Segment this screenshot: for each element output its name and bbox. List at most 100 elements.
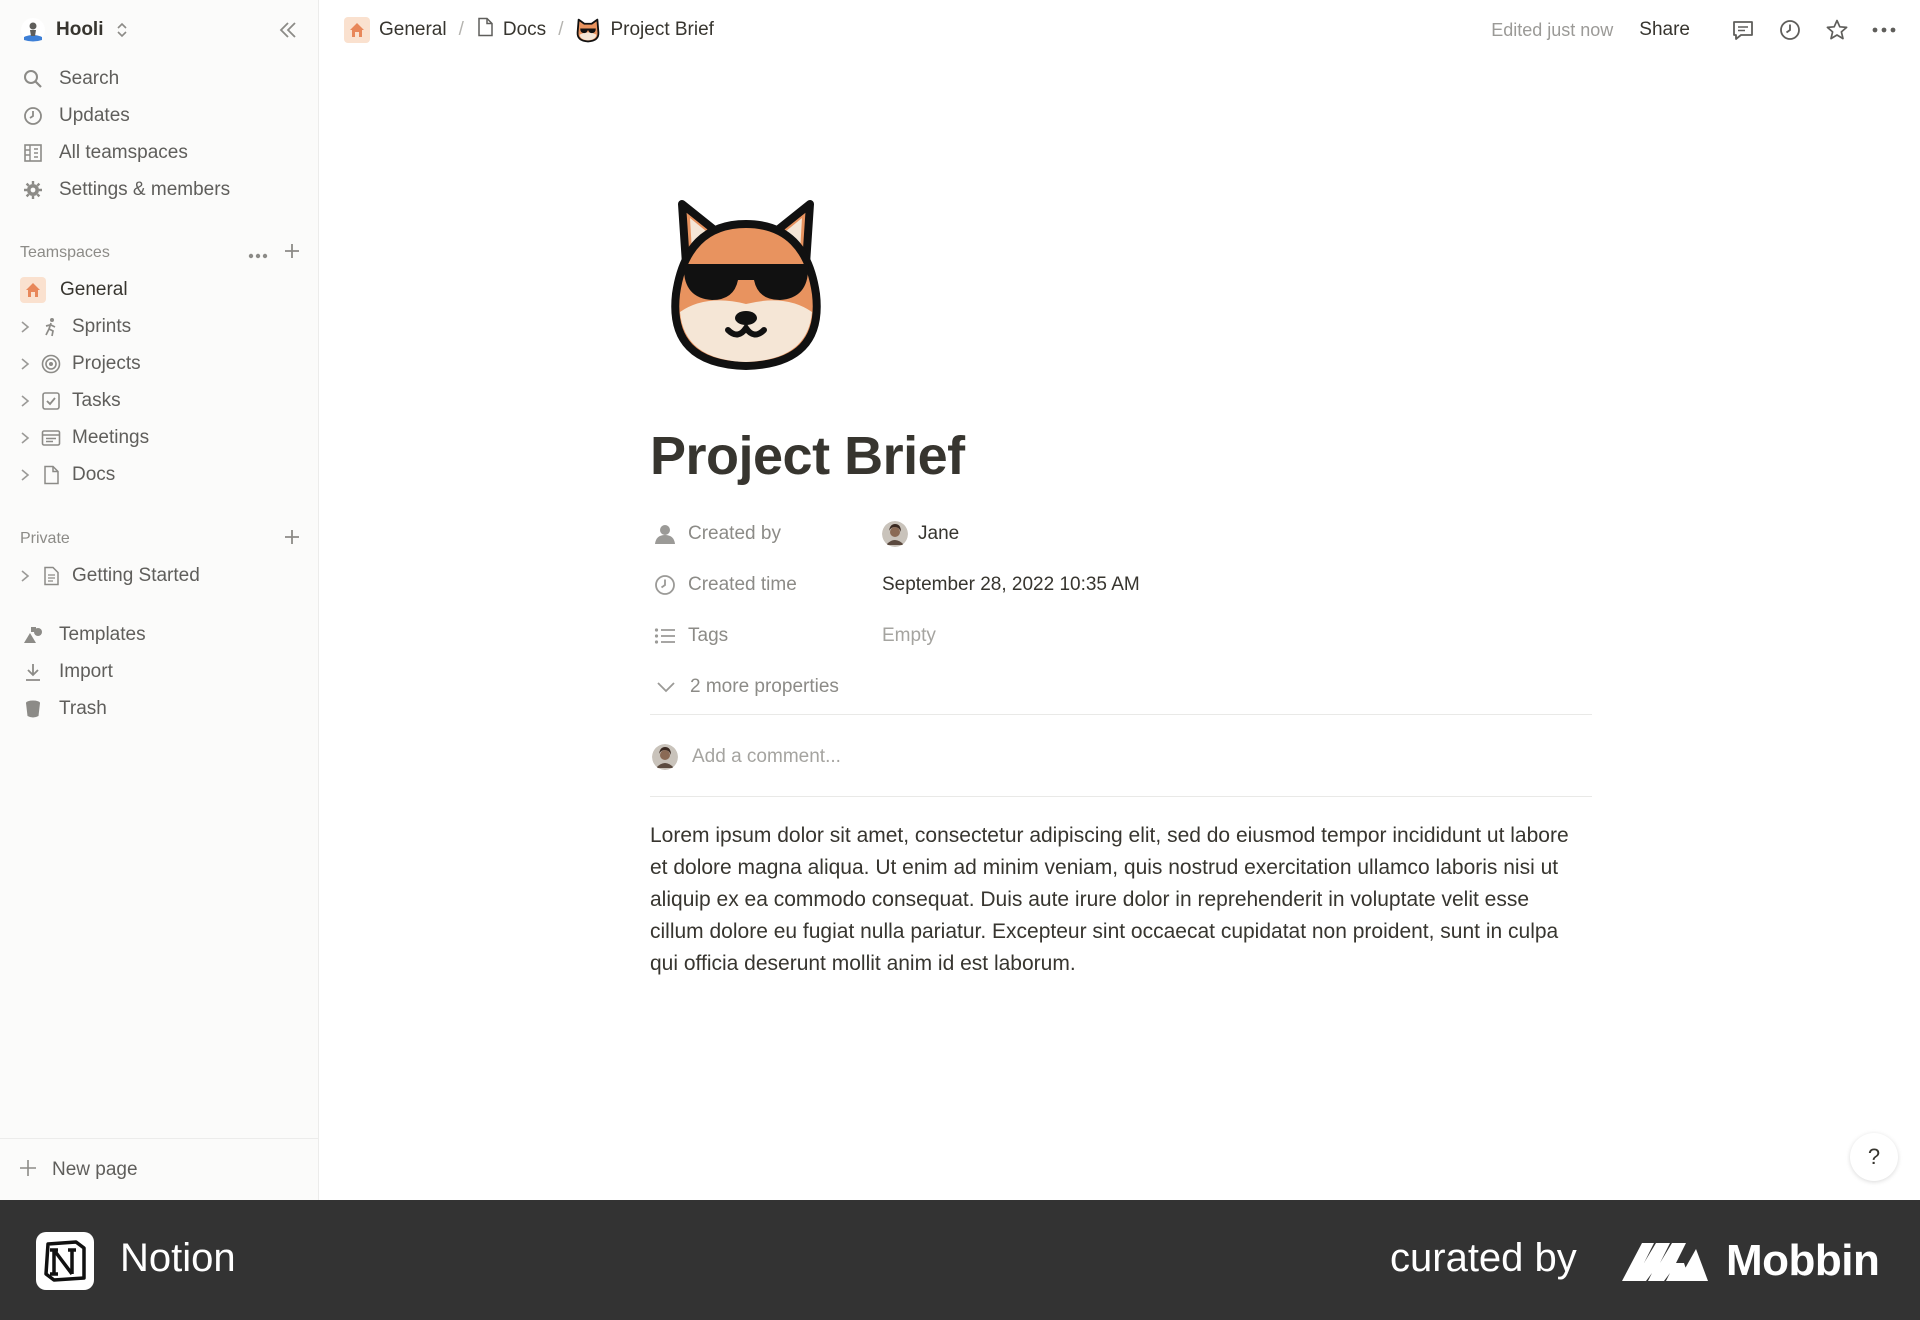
page-properties: Created by Jane Created time September 2… xyxy=(650,508,1592,712)
sidebar-item-label: Getting Started xyxy=(72,564,200,586)
chevron-down-icon xyxy=(656,681,678,693)
breadcrumb-project-brief[interactable]: Project Brief xyxy=(575,17,714,43)
home-icon xyxy=(344,17,370,43)
runner-icon xyxy=(40,316,62,338)
chevron-right-icon[interactable] xyxy=(20,569,34,583)
star-icon[interactable] xyxy=(1821,14,1853,46)
body-paragraph[interactable]: Lorem ipsum dolor sit amet, consectetur … xyxy=(650,820,1580,980)
share-button[interactable]: Share xyxy=(1639,19,1690,41)
sidebar-item-label: Updates xyxy=(59,104,130,126)
chevron-right-icon[interactable] xyxy=(20,468,34,482)
page-icon xyxy=(40,464,62,486)
workspace-switcher[interactable]: Hooli xyxy=(20,14,128,46)
chevron-right-icon[interactable] xyxy=(20,394,34,408)
new-page-button[interactable]: New page xyxy=(0,1138,319,1200)
property-tags[interactable]: Tags Empty xyxy=(650,610,1592,661)
gear-icon xyxy=(22,179,44,201)
sidebar-item-tasks[interactable]: Tasks xyxy=(0,382,319,419)
history-clock-icon[interactable] xyxy=(1774,14,1806,46)
breadcrumb-separator: / xyxy=(458,19,464,40)
mobbin-wordmark: Mobbin xyxy=(1726,1236,1880,1285)
property-value: Empty xyxy=(882,624,936,646)
trash-icon xyxy=(22,698,44,720)
sidebar-item-import[interactable]: Import xyxy=(0,653,319,690)
sidebar-item-templates[interactable]: Templates xyxy=(0,616,319,653)
breadcrumb: General / Docs / Project Brief xyxy=(344,14,714,46)
double-chevron-left-icon xyxy=(279,22,296,38)
help-button[interactable]: ? xyxy=(1850,1133,1898,1181)
checkbox-icon xyxy=(40,390,62,412)
breadcrumb-separator: / xyxy=(558,19,564,40)
sidebar-item-label: General xyxy=(60,278,128,300)
comments-icon[interactable] xyxy=(1727,14,1759,46)
more-properties-toggle[interactable]: 2 more properties xyxy=(650,661,1592,712)
more-icon[interactable] xyxy=(248,242,268,265)
sidebar-item-sprints[interactable]: Sprints xyxy=(0,308,319,345)
add-teamspace-icon[interactable] xyxy=(284,242,300,265)
chevron-right-icon[interactable] xyxy=(20,357,34,371)
breadcrumb-docs[interactable]: Docs xyxy=(476,17,546,43)
chevron-right-icon[interactable] xyxy=(20,320,34,334)
mobbin-brand: Mobbin xyxy=(1620,1236,1880,1286)
property-label: Created by xyxy=(688,522,781,544)
teamspaces-label: Teamspaces xyxy=(20,244,110,261)
page-title[interactable]: Project Brief xyxy=(650,425,965,487)
sidebar-item-label: Docs xyxy=(72,463,116,485)
add-comment-field[interactable]: Add a comment... xyxy=(652,740,841,774)
breadcrumb-general[interactable]: General xyxy=(344,17,447,43)
footer-banner: Notion curated by Mobbin xyxy=(0,1200,1920,1320)
property-created-by[interactable]: Created by Jane xyxy=(650,508,1592,559)
private-tree: Getting Started xyxy=(0,557,319,594)
sidebar-item-label: Templates xyxy=(59,623,146,645)
sidebar-nav: Search Updates All teamspaces Settings &… xyxy=(0,60,319,208)
shiba-sunglasses-icon xyxy=(577,18,600,43)
sidebar-item-getting-started[interactable]: Getting Started xyxy=(0,557,319,594)
sidebar-item-updates[interactable]: Updates xyxy=(0,97,319,134)
collapse-sidebar-button[interactable] xyxy=(274,16,302,44)
topbar: General / Docs / Project Brief Edited ju… xyxy=(320,0,1920,60)
sidebar-item-label: Sprints xyxy=(72,315,132,337)
avatar xyxy=(652,744,678,770)
sidebar-item-label: All teamspaces xyxy=(59,141,188,163)
sidebar-item-docs[interactable]: Docs xyxy=(0,456,319,493)
shiba-sunglasses-icon[interactable] xyxy=(656,194,836,374)
property-created-time[interactable]: Created time September 28, 2022 10:35 AM xyxy=(650,559,1592,610)
notes-icon xyxy=(40,427,62,449)
sidebar-item-settings[interactable]: Settings & members xyxy=(0,171,319,208)
sidebar-item-all-teamspaces[interactable]: All teamspaces xyxy=(0,134,319,171)
comment-placeholder: Add a comment... xyxy=(692,746,841,767)
page-icon xyxy=(476,17,494,43)
property-label: Created time xyxy=(688,573,797,595)
sidebar-item-label: Import xyxy=(59,660,113,682)
avatar xyxy=(882,520,908,547)
search-icon xyxy=(22,68,44,90)
more-icon[interactable] xyxy=(1868,14,1900,46)
sidebar-item-label: Projects xyxy=(72,352,141,374)
add-private-page-icon[interactable] xyxy=(284,528,300,551)
new-page-label: New page xyxy=(52,1158,138,1180)
sidebar: Hooli Search Updates All teamspaces Sett… xyxy=(0,0,319,1200)
sidebar-item-label: Search xyxy=(59,67,120,89)
shapes-icon xyxy=(22,624,44,646)
sidebar-item-projects[interactable]: Projects xyxy=(0,345,319,382)
sidebar-item-general[interactable]: General xyxy=(0,271,319,308)
sidebar-item-trash[interactable]: Trash xyxy=(0,690,319,727)
sidebar-item-search[interactable]: Search xyxy=(0,60,319,97)
property-value: Jane xyxy=(918,522,960,544)
target-icon xyxy=(40,353,62,375)
chevron-updown-icon xyxy=(116,21,128,39)
edited-status: Edited just now xyxy=(1491,19,1614,40)
sidebar-bottom-nav: Templates Import Trash xyxy=(0,616,319,727)
download-icon xyxy=(22,661,44,683)
person-icon xyxy=(654,523,676,545)
property-label: Tags xyxy=(688,624,729,646)
mobbin-logo-icon xyxy=(1622,1243,1708,1281)
private-header: Private xyxy=(20,527,300,551)
sidebar-item-meetings[interactable]: Meetings xyxy=(0,419,319,456)
doc-icon xyxy=(40,565,62,587)
chevron-right-icon[interactable] xyxy=(20,431,34,445)
building-icon xyxy=(22,142,44,164)
private-label: Private xyxy=(20,530,70,547)
sidebar-item-label: Meetings xyxy=(72,426,150,448)
breadcrumb-label: Project Brief xyxy=(610,19,714,40)
